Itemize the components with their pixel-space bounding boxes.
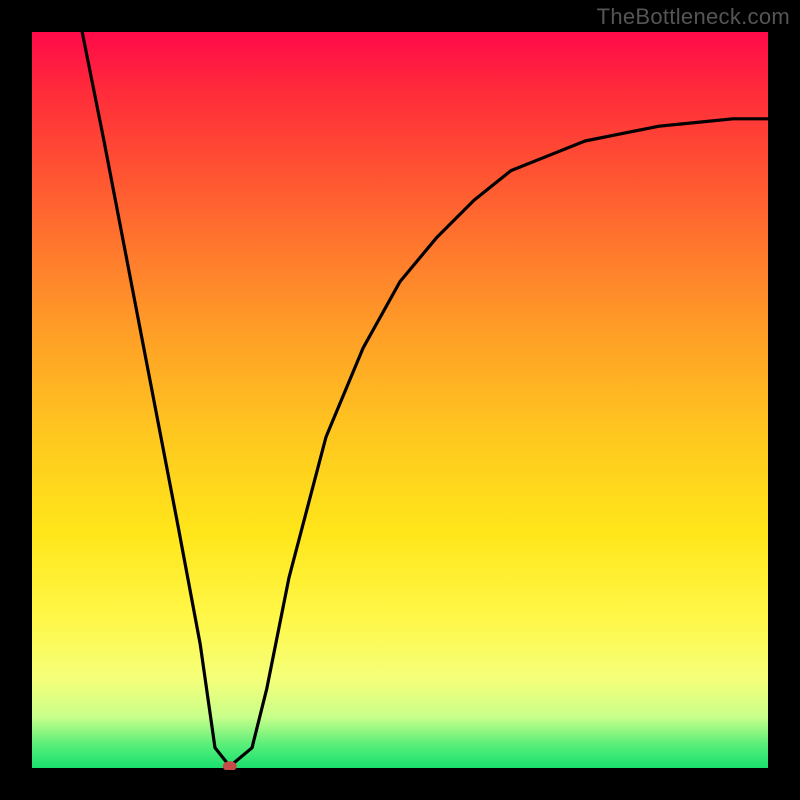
chart-stage: TheBottleneck.com [0,0,800,800]
plot-area [30,30,770,770]
watermark-text: TheBottleneck.com [597,4,790,30]
